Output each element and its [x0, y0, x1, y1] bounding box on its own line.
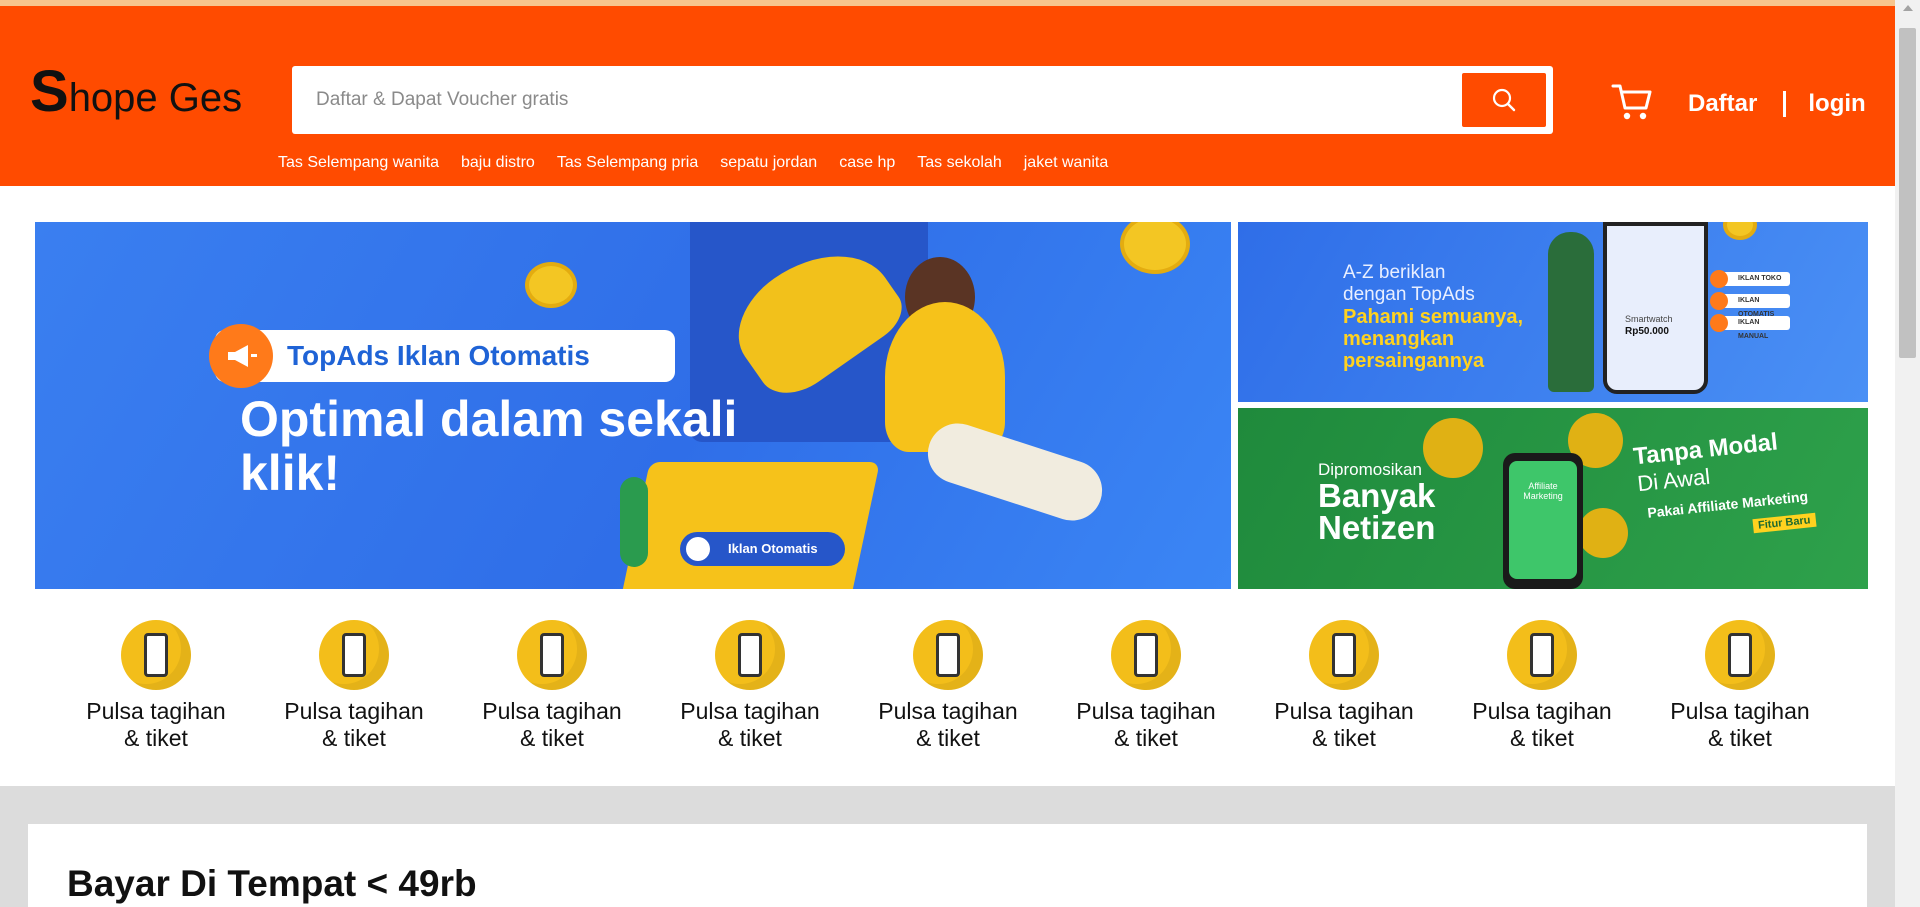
- register-link[interactable]: Daftar: [1688, 90, 1757, 118]
- side-promo-banner-affiliate[interactable]: Dipromosikan Banyak Netizen Affiliate Ma…: [1238, 408, 1868, 589]
- ad-type-tag: IKLAN OTOMATIS: [1710, 292, 1790, 318]
- category-item[interactable]: Pulsa tagihan & tiket: [255, 620, 453, 752]
- suggestion-link[interactable]: sepatu jordan: [720, 154, 817, 172]
- scroll-up-arrow-icon[interactable]: [1903, 5, 1913, 11]
- phone-screen-text: Affiliate Marketing: [1509, 461, 1577, 579]
- phone-icon: [1309, 620, 1379, 690]
- coin-decoration: [1120, 222, 1190, 274]
- category-item[interactable]: Pulsa tagihan & tiket: [1641, 620, 1839, 752]
- category-label: Pulsa tagihan & tiket: [86, 698, 226, 751]
- topads-promo-text: A-Z beriklan dengan TopAds Pahami semuan…: [1343, 262, 1523, 372]
- ad-type-tag: IKLAN TOKO: [1710, 270, 1790, 288]
- coin-decoration: [1723, 222, 1757, 240]
- site-header: Shope Ges Daftar login Tas Selempang wan…: [0, 6, 1895, 186]
- category-label: Pulsa tagihan & tiket: [1076, 698, 1216, 751]
- side-promo-banner-topads[interactable]: A-Z beriklan dengan TopAds Pahami semuan…: [1238, 222, 1868, 402]
- page-scrollbar[interactable]: [1895, 0, 1920, 907]
- category-label: Pulsa tagihan & tiket: [878, 698, 1018, 751]
- banner-headline: Optimal dalam sekali klik!: [240, 391, 738, 501]
- model-illustration: [920, 415, 1110, 529]
- home-content: Iklan Otomatis TopAds Iklan Otomatis Opt…: [0, 186, 1895, 786]
- promo-line: A-Z beriklan: [1343, 262, 1446, 283]
- promo-line: Pahami semuanya,: [1343, 306, 1524, 328]
- category-item[interactable]: Pulsa tagihan & tiket: [453, 620, 651, 752]
- scroll-thumb[interactable]: [1899, 28, 1916, 358]
- phone-icon: [715, 620, 785, 690]
- crowd-illustration: [1578, 508, 1628, 558]
- ad-type-tag: IKLAN MANUAL: [1710, 314, 1790, 340]
- phone-illustration: Affiliate Marketing: [1503, 453, 1583, 589]
- product-name: Smartwatch: [1625, 314, 1673, 324]
- category-label: Pulsa tagihan & tiket: [284, 698, 424, 751]
- promo-line: dengan TopAds: [1343, 284, 1475, 305]
- section-title: Bayar Di Tempat < 49rb: [67, 863, 477, 904]
- search-input[interactable]: [292, 66, 1452, 134]
- category-item[interactable]: Pulsa tagihan & tiket: [57, 620, 255, 752]
- phone-icon: [517, 620, 587, 690]
- promo-line: menangkan: [1343, 328, 1455, 350]
- category-label: Pulsa tagihan & tiket: [1274, 698, 1414, 751]
- pill-text: TopAds Iklan Otomatis: [287, 340, 590, 371]
- megaphone-icon: [209, 324, 273, 388]
- logo-text: hope Ges: [68, 76, 243, 120]
- toggle-illustration: Iklan Otomatis: [680, 532, 845, 566]
- main-promo-banner[interactable]: Iklan Otomatis TopAds Iklan Otomatis Opt…: [35, 222, 1231, 589]
- category-item[interactable]: Pulsa tagihan & tiket: [849, 620, 1047, 752]
- auth-links: Daftar login: [1688, 90, 1866, 118]
- affiliate-promo-right: Tanpa Modal Di Awal Pakai Affiliate Mark…: [1632, 428, 1817, 534]
- suggestion-link[interactable]: jaket wanita: [1024, 154, 1109, 172]
- category-label: Pulsa tagihan & tiket: [680, 698, 820, 751]
- category-item[interactable]: Pulsa tagihan & tiket: [651, 620, 849, 752]
- model-illustration: [1548, 232, 1594, 392]
- search-icon: [1492, 88, 1516, 112]
- suggestion-link[interactable]: baju distro: [461, 154, 535, 172]
- category-label: Pulsa tagihan & tiket: [1670, 698, 1810, 751]
- phone-icon: [1507, 620, 1577, 690]
- topads-pill: TopAds Iklan Otomatis: [209, 324, 675, 388]
- category-item[interactable]: Pulsa tagihan & tiket: [1245, 620, 1443, 752]
- category-label: Pulsa tagihan & tiket: [1472, 698, 1612, 751]
- product-price: Rp50.000: [1625, 326, 1669, 337]
- coin-decoration: [525, 262, 577, 308]
- suggestion-link[interactable]: Tas Selempang pria: [557, 154, 698, 172]
- promo-line: Netizen: [1318, 509, 1436, 546]
- category-item[interactable]: Pulsa tagihan & tiket: [1047, 620, 1245, 752]
- category-item[interactable]: Pulsa tagihan & tiket: [1443, 620, 1641, 752]
- login-link[interactable]: login: [1808, 90, 1865, 118]
- phone-icon: [121, 620, 191, 690]
- phone-illustration: Smartwatch Rp50.000: [1603, 222, 1708, 394]
- phone-icon: [1705, 620, 1775, 690]
- category-shortcuts: Pulsa tagihan & tiket Pulsa tagihan & tike…: [57, 620, 1839, 752]
- cart-icon[interactable]: [1610, 80, 1654, 124]
- search-bar: [292, 66, 1553, 134]
- suggestion-link[interactable]: case hp: [839, 154, 895, 172]
- search-suggestions: Tas Selempang wanita baju distro Tas Sel…: [278, 154, 1108, 172]
- search-button[interactable]: [1462, 73, 1546, 127]
- phone-icon: [319, 620, 389, 690]
- suggestion-link[interactable]: Tas Selempang wanita: [278, 154, 439, 172]
- cod-section: Bayar Di Tempat < 49rb: [28, 824, 1867, 907]
- logo-initial: S: [30, 59, 69, 124]
- promo-line: Banyak: [1318, 477, 1436, 514]
- category-label: Pulsa tagihan & tiket: [482, 698, 622, 751]
- auth-divider: [1783, 91, 1787, 117]
- promo-line: persaingannya: [1343, 350, 1485, 372]
- suggestion-link[interactable]: Tas sekolah: [917, 154, 1002, 172]
- phone-icon: [913, 620, 983, 690]
- affiliate-promo-text: Dipromosikan Banyak Netizen: [1318, 460, 1435, 544]
- phone-icon: [1111, 620, 1181, 690]
- site-logo[interactable]: Shope Ges: [30, 62, 242, 128]
- new-feature-badge: Fitur Baru: [1752, 512, 1817, 534]
